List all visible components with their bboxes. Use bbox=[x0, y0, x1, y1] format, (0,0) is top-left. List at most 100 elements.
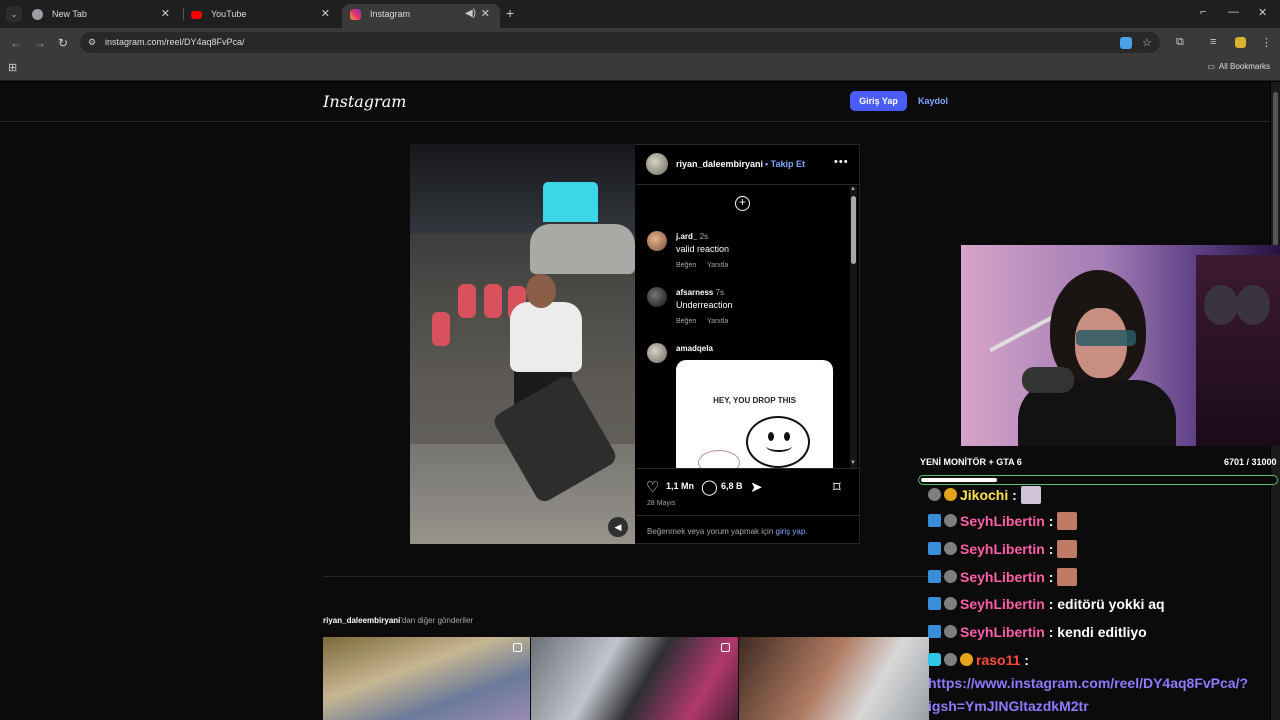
login-link[interactable]: giriş yap bbox=[776, 527, 806, 536]
author-username[interactable]: riyan_daleembiryani bbox=[676, 159, 763, 169]
url-text[interactable]: instagram.com/reel/DY4aq8FvPca/ bbox=[105, 37, 245, 47]
close-tab-icon[interactable]: ✕ bbox=[321, 4, 330, 24]
tab-list-icon[interactable]: ⌐ bbox=[1200, 6, 1206, 18]
add-icon[interactable]: + bbox=[735, 196, 750, 211]
comment-username[interactable]: afsarness bbox=[676, 288, 713, 297]
instagram-icon bbox=[350, 9, 361, 20]
video-car bbox=[530, 224, 635, 274]
login-button[interactable]: Giriş Yap bbox=[850, 91, 907, 111]
extension-active-icon[interactable] bbox=[1120, 37, 1132, 49]
chat-badge-icon bbox=[928, 514, 941, 527]
video-person-head bbox=[526, 274, 556, 308]
scroll-down-icon[interactable]: ▼ bbox=[850, 460, 856, 466]
more-posts-heading: riyan_daleembiryani'dan diğer gönderiler bbox=[323, 616, 473, 625]
post-date[interactable]: 28 Mayıs bbox=[647, 500, 675, 507]
comment-user[interactable]: afsarness 7s bbox=[676, 288, 724, 297]
login-prompt-text: Beğenmek veya yorum yapmak için bbox=[647, 527, 776, 536]
tab-instagram[interactable]: Instagram ◀) ✕ bbox=[342, 4, 500, 28]
donation-goal-count: 6701 / 31000 bbox=[1224, 457, 1277, 467]
chat-emote-icon bbox=[1020, 486, 1041, 504]
actions-divider bbox=[636, 468, 859, 469]
chat-colon: : bbox=[1024, 652, 1029, 668]
site-info-icon[interactable]: ⚙ bbox=[88, 37, 96, 48]
back-icon[interactable]: ← bbox=[10, 36, 22, 50]
post-thumbnail[interactable] bbox=[739, 637, 929, 720]
comment-like-button[interactable]: Beğen bbox=[676, 318, 696, 325]
chat-username: raso11 bbox=[976, 652, 1021, 668]
all-bookmarks[interactable]: ▭ All Bookmarks bbox=[1207, 62, 1270, 71]
comment-avatar[interactable] bbox=[647, 287, 667, 307]
donation-goal-label: YENİ MONİTÖR + GTA 6 bbox=[920, 457, 1022, 467]
chat-link-line-2: igsh=YmJlNGltazdkM2tr bbox=[928, 698, 1089, 714]
folder-icon: ▭ bbox=[1207, 62, 1215, 71]
comment-reply-button[interactable]: Yanıtla bbox=[707, 318, 728, 325]
reel-icon bbox=[721, 643, 730, 652]
forward-icon[interactable]: → bbox=[34, 36, 46, 50]
chat-username: SeyhLibertin bbox=[960, 513, 1045, 529]
chat-badge-icon bbox=[928, 570, 941, 583]
menu-icon[interactable]: ⋮ bbox=[1261, 36, 1272, 49]
scroll-up-icon[interactable]: ▲ bbox=[850, 186, 856, 192]
comment-username[interactable]: j.ard_ bbox=[676, 232, 697, 241]
webcam-glasses bbox=[1076, 330, 1136, 346]
chrome-icon bbox=[32, 9, 43, 20]
chat-badge-icon bbox=[944, 597, 957, 610]
post-thumbnail[interactable] bbox=[531, 637, 738, 720]
close-window-icon[interactable]: ✕ bbox=[1258, 6, 1267, 19]
like-heart-icon[interactable]: ♡ bbox=[646, 478, 659, 496]
more-posts-username[interactable]: riyan_daleembiryani bbox=[323, 616, 400, 625]
chat-colon: : bbox=[1048, 596, 1054, 612]
comments-scroll-thumb[interactable] bbox=[851, 196, 856, 264]
comment-bubble-icon[interactable]: ◯ bbox=[701, 478, 718, 496]
tab-youtube[interactable]: YouTube ✕ bbox=[183, 4, 340, 28]
volume-icon[interactable]: ◀ bbox=[608, 517, 628, 537]
instagram-logo[interactable]: Instagram bbox=[323, 92, 406, 111]
author-avatar[interactable] bbox=[646, 153, 668, 175]
reel-video[interactable] bbox=[410, 144, 635, 544]
tab-search-button[interactable]: ⌄ bbox=[6, 6, 22, 22]
new-tab-button[interactable]: + bbox=[506, 5, 514, 21]
donation-goal-fill bbox=[921, 478, 997, 482]
comment-like-button[interactable]: Beğen bbox=[676, 262, 696, 269]
comment-reply-button[interactable]: Yanıtla bbox=[707, 262, 728, 269]
all-bookmarks-label: All Bookmarks bbox=[1218, 62, 1270, 71]
comment-text: valid reaction bbox=[676, 244, 730, 254]
chat-username: Jikochi bbox=[960, 487, 1009, 503]
chat-colon: : bbox=[1048, 624, 1054, 640]
chat-badge-icon bbox=[944, 488, 957, 501]
login-prompt-suffix: . bbox=[805, 527, 808, 536]
comment-username[interactable]: amadqela bbox=[676, 344, 713, 353]
comment-count[interactable]: 6,8 B bbox=[721, 481, 743, 491]
chat-badge-icon bbox=[928, 653, 941, 666]
extensions-icon[interactable]: ⧉ bbox=[1176, 36, 1184, 49]
comment-avatar[interactable] bbox=[647, 231, 667, 251]
speaker-icon[interactable]: ◀) bbox=[465, 4, 476, 24]
share-send-icon[interactable]: ➤ bbox=[750, 478, 763, 496]
comment-meme-image: HEY, YOU DROP THIS bbox=[676, 360, 833, 468]
meme-caption: HEY, YOU DROP THIS bbox=[713, 396, 796, 405]
save-bookmark-icon[interactable]: ⌑ bbox=[833, 478, 841, 496]
profile-icon[interactable] bbox=[1235, 37, 1246, 48]
comment-user[interactable]: j.ard_ 2s bbox=[676, 232, 708, 241]
close-tab-icon[interactable]: ✕ bbox=[481, 4, 490, 24]
bookmarks-bar bbox=[0, 56, 1280, 81]
chat-colon: : bbox=[1048, 569, 1054, 585]
minimize-icon[interactable]: — bbox=[1228, 6, 1239, 18]
signup-button[interactable]: Kaydol bbox=[918, 91, 948, 111]
chat-text: editörü yokki aq bbox=[1057, 596, 1165, 612]
video-booth bbox=[543, 182, 598, 222]
reload-icon[interactable]: ↻ bbox=[58, 36, 68, 50]
chat-username: SeyhLibertin bbox=[960, 624, 1045, 640]
tab-new-tab[interactable]: New Tab ✕ bbox=[24, 4, 180, 28]
follow-button[interactable]: • Takip Et bbox=[765, 159, 805, 169]
close-tab-icon[interactable]: ✕ bbox=[161, 4, 170, 24]
apps-grid-icon[interactable]: ⊞ bbox=[8, 61, 17, 74]
more-options-icon[interactable]: ••• bbox=[834, 156, 849, 168]
chat-text: kendi editliyo bbox=[1057, 624, 1147, 640]
like-count[interactable]: 1,1 Mn bbox=[666, 481, 694, 491]
comment-avatar[interactable] bbox=[647, 343, 667, 363]
bookmark-star-icon[interactable]: ☆ bbox=[1142, 36, 1152, 49]
post-thumbnail[interactable] bbox=[323, 637, 530, 720]
video-gas-tank bbox=[458, 284, 476, 318]
reading-list-icon[interactable]: ≡ bbox=[1210, 36, 1216, 48]
